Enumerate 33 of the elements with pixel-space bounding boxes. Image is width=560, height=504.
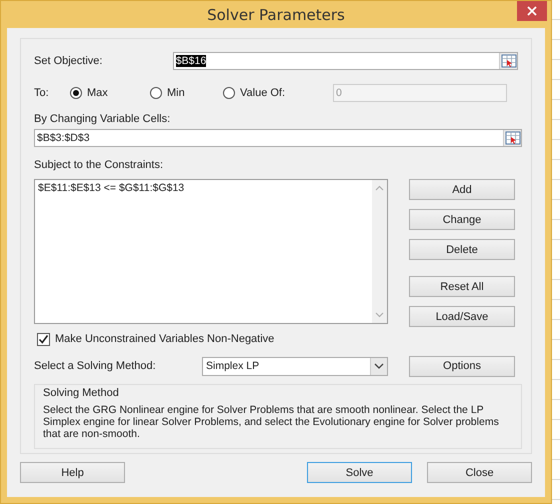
window-title: Solver Parameters xyxy=(207,6,345,24)
range-select-icon xyxy=(504,131,520,145)
action-button[interactable]: Add xyxy=(409,179,515,200)
dialog-button[interactable]: Help xyxy=(20,462,125,483)
action-button[interactable]: Reset All xyxy=(409,276,515,297)
objective-field[interactable]: $B$16 xyxy=(172,52,518,70)
constraints-list[interactable]: $E$11:$E$13 <= $G$11:$G$13 xyxy=(34,179,388,324)
checkmark-icon xyxy=(38,334,49,344)
field-label: By Changing Variable Cells: xyxy=(34,113,172,127)
constraint-item[interactable]: $E$11:$E$13 <= $G$11:$G$13 xyxy=(38,182,369,194)
range-select-icon xyxy=(500,54,516,68)
field-label: Set Objective: xyxy=(34,55,104,67)
radio-button[interactable]: Value Of: xyxy=(223,87,333,99)
close-icon xyxy=(527,6,537,16)
action-button[interactable]: Change xyxy=(409,209,515,230)
method-dropdown[interactable]: Simplex LP xyxy=(202,356,388,376)
radio-button[interactable]: Max xyxy=(70,87,150,99)
range-select-button[interactable] xyxy=(499,53,517,69)
dialog-button[interactable]: Close xyxy=(427,462,532,483)
radio-button[interactable]: Min xyxy=(150,87,223,99)
info-title: Solving Method xyxy=(43,387,120,399)
range-select-button[interactable] xyxy=(503,130,521,146)
variable-cells-field[interactable]: $B$3:$D$3 xyxy=(34,129,522,147)
action-button[interactable]: Delete xyxy=(409,239,515,260)
field-label: To: xyxy=(34,87,50,99)
field-label: Select a Solving Method: xyxy=(34,360,157,372)
options-button[interactable]: Options xyxy=(409,356,515,376)
checkbox[interactable]: Make Unconstrained Variables Non-Negative xyxy=(37,332,274,346)
info-text: Select the GRG Nonlinear engine for Solver Problems that are smooth nonlinear. Select the LP Simplex engine for linear Solver Problems, and select the Evolutionary engine for Solver problems that are non-smooth. xyxy=(43,404,500,440)
close-button[interactable] xyxy=(517,1,547,21)
dialog-button[interactable]: Solve xyxy=(307,462,412,483)
action-button[interactable]: Load/Save xyxy=(409,306,515,327)
field-label: Subject to the Constraints: xyxy=(34,159,164,173)
